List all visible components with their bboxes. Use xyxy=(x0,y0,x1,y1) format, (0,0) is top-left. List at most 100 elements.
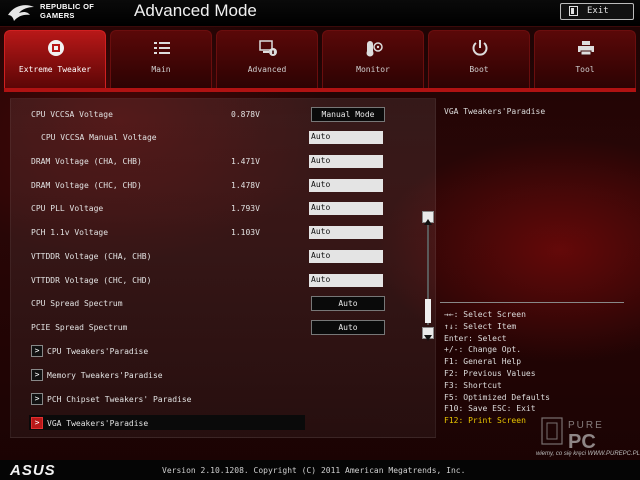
chevron-right-icon: > xyxy=(31,417,43,429)
setting-value: 1.478V xyxy=(231,181,260,190)
tab-monitor[interactable]: Monitor xyxy=(322,30,424,88)
key-hint: ↑↓: Select Item xyxy=(444,321,517,331)
version-text: Version 2.10.1208. Copyright (C) 2011 Am… xyxy=(162,466,466,475)
setting-row-dram-voltage-cha-chb[interactable]: DRAM Voltage (CHA, CHB) 1.471V Auto xyxy=(11,151,415,173)
tab-label: Monitor xyxy=(356,65,390,74)
key-hint-print-screen: F12: Print Screen xyxy=(444,416,526,426)
tab-label: Boot xyxy=(469,65,489,74)
key-hint: F3: Shortcut xyxy=(444,380,502,390)
key-hint: F10: Save ESC: Exit xyxy=(444,404,536,414)
setting-value: 0.878V xyxy=(231,110,260,119)
setting-label: CPU PLL Voltage xyxy=(31,204,104,213)
key-hint: +/-: Change Opt. xyxy=(444,345,522,355)
scroll-down-button[interactable] xyxy=(422,327,434,341)
list-icon xyxy=(154,42,170,54)
exit-door-icon xyxy=(569,6,578,16)
setting-label: CPU VCCSA Manual Voltage xyxy=(41,133,157,142)
tab-label: Tool xyxy=(575,65,595,74)
chevron-right-icon: > xyxy=(31,393,43,405)
triangle-down-icon xyxy=(424,335,432,341)
key-hint: F2: Previous Values xyxy=(444,368,536,378)
mode-select[interactable]: Manual Mode xyxy=(311,107,385,122)
footer-bar: ASUS Version 2.10.1208. Copyright (C) 20… xyxy=(0,460,640,480)
exit-label: Exit xyxy=(587,6,609,16)
submenu-label: CPU Tweakers'Paradise xyxy=(47,347,149,356)
scroll-up-button[interactable] xyxy=(422,211,434,225)
tab-advanced[interactable]: Advanced xyxy=(216,30,318,88)
submenu-label: VGA Tweakers'Paradise xyxy=(47,419,149,428)
printer-tool-icon xyxy=(578,41,594,56)
tab-tool[interactable]: Tool xyxy=(534,30,636,88)
key-hint: →←: Select Screen xyxy=(444,310,526,319)
setting-row-cpu-vccsa-voltage[interactable]: CPU VCCSA Voltage 0.878V Manual Mode xyxy=(11,104,415,126)
submenu-label: Memory Tweakers'Paradise xyxy=(47,371,163,380)
key-hint: F5: Optimized Defaults xyxy=(444,392,550,402)
title-bar: REPUBLIC OF GAMERS Advanced Mode Exit xyxy=(0,0,640,27)
watermark-url: wiemy, co się kręci WWW.PUREPC.PL xyxy=(536,451,640,457)
chevron-right-icon: > xyxy=(31,369,43,381)
rog-brand: REPUBLIC OF GAMERS xyxy=(40,2,94,20)
advanced-settings-icon xyxy=(259,40,277,56)
setting-value: 1.103V xyxy=(231,228,260,237)
submenu-memory-tweakers-paradise[interactable]: > Memory Tweakers'Paradise xyxy=(11,365,415,387)
setting-label: PCIE Spread Spectrum xyxy=(31,323,128,332)
option-select[interactable]: Auto xyxy=(311,320,385,335)
setting-label: CPU Spread Spectrum xyxy=(31,299,123,308)
setting-row-vttddr-voltage-cha-chb[interactable]: VTTDDR Voltage (CHA, CHB) Auto xyxy=(11,246,415,268)
chevron-right-icon: > xyxy=(31,345,43,357)
tab-boot[interactable]: Boot xyxy=(428,30,530,88)
tweaker-icon xyxy=(48,40,64,56)
setting-row-cpu-vccsa-manual-voltage[interactable]: CPU VCCSA Manual Voltage Auto xyxy=(11,127,415,149)
setting-row-pch-voltage[interactable]: PCH 1.1v Voltage 1.103V Auto xyxy=(11,222,415,244)
submenu-cpu-tweakers-paradise[interactable]: > CPU Tweakers'Paradise xyxy=(11,341,415,363)
tab-main[interactable]: Main xyxy=(110,30,212,88)
setting-row-vttddr-voltage-chc-chd[interactable]: VTTDDR Voltage (CHC, CHD) Auto xyxy=(11,270,415,292)
setting-value: 1.471V xyxy=(231,157,260,166)
value-input[interactable]: Auto xyxy=(309,155,383,168)
asus-logo: ASUS xyxy=(10,462,56,479)
setting-label: VTTDDR Voltage (CHA, CHB) xyxy=(31,252,152,261)
svg-text:PC: PC xyxy=(568,431,596,453)
exit-button[interactable]: Exit xyxy=(560,3,634,20)
setting-row-pcie-spread-spectrum[interactable]: PCIE Spread Spectrum Auto xyxy=(11,317,415,339)
tab-label: Extreme Tweaker xyxy=(18,65,92,74)
tab-extreme-tweaker[interactable]: Extreme Tweaker xyxy=(4,30,106,88)
brand-line-2: GAMERS xyxy=(40,11,75,20)
monitor-gauge-icon xyxy=(366,41,383,57)
setting-label: VTTDDR Voltage (CHC, CHD) xyxy=(31,276,152,285)
submenu-pch-chipset-tweakers-paradise[interactable]: > PCH Chipset Tweakers' Paradise xyxy=(11,389,415,411)
value-input[interactable]: Auto xyxy=(309,226,383,239)
setting-label: DRAM Voltage (CHA, CHB) xyxy=(31,157,142,166)
help-divider xyxy=(440,302,624,303)
help-description: VGA Tweakers'Paradise xyxy=(444,107,546,116)
key-legend: →←: Select Screen ↑↓: Select Item Enter:… xyxy=(444,309,550,427)
option-select[interactable]: Auto xyxy=(311,296,385,311)
setting-label: PCH 1.1v Voltage xyxy=(31,228,109,237)
setting-value: 1.793V xyxy=(231,204,260,213)
tab-label: Advanced xyxy=(247,65,287,74)
value-input[interactable]: Auto xyxy=(309,131,383,144)
setting-label: CPU VCCSA Voltage xyxy=(31,110,113,119)
scrollbar-thumb[interactable] xyxy=(425,299,431,323)
setting-row-cpu-pll-voltage[interactable]: CPU PLL Voltage 1.793V Auto xyxy=(11,198,415,220)
key-hint: F1: General Help xyxy=(444,357,522,367)
brand-line-1: REPUBLIC OF xyxy=(40,2,95,11)
value-input[interactable]: Auto xyxy=(309,202,383,215)
value-input[interactable]: Auto xyxy=(309,274,383,287)
settings-panel: CPU VCCSA Voltage 0.878V Manual Mode CPU… xyxy=(10,98,436,438)
submenu-label: PCH Chipset Tweakers' Paradise xyxy=(47,395,192,404)
tab-underline xyxy=(4,88,636,92)
svg-text:PURE: PURE xyxy=(568,420,604,431)
submenu-vga-tweakers-paradise[interactable]: > VGA Tweakers'Paradise xyxy=(11,413,415,435)
tab-label: Main xyxy=(151,65,171,74)
power-icon xyxy=(472,40,488,56)
rog-eye-icon xyxy=(8,5,34,21)
page-title: Advanced Mode xyxy=(134,1,257,20)
value-input[interactable]: Auto xyxy=(309,179,383,192)
key-hint: Enter: Select xyxy=(444,333,507,343)
setting-row-cpu-spread-spectrum[interactable]: CPU Spread Spectrum Auto xyxy=(11,293,415,315)
setting-label: DRAM Voltage (CHC, CHD) xyxy=(31,181,142,190)
value-input[interactable]: Auto xyxy=(309,250,383,263)
tab-bar: Extreme Tweaker Main Advanced Monitor Bo… xyxy=(4,30,636,88)
setting-row-dram-voltage-chc-chd[interactable]: DRAM Voltage (CHC, CHD) 1.478V Auto xyxy=(11,175,415,197)
